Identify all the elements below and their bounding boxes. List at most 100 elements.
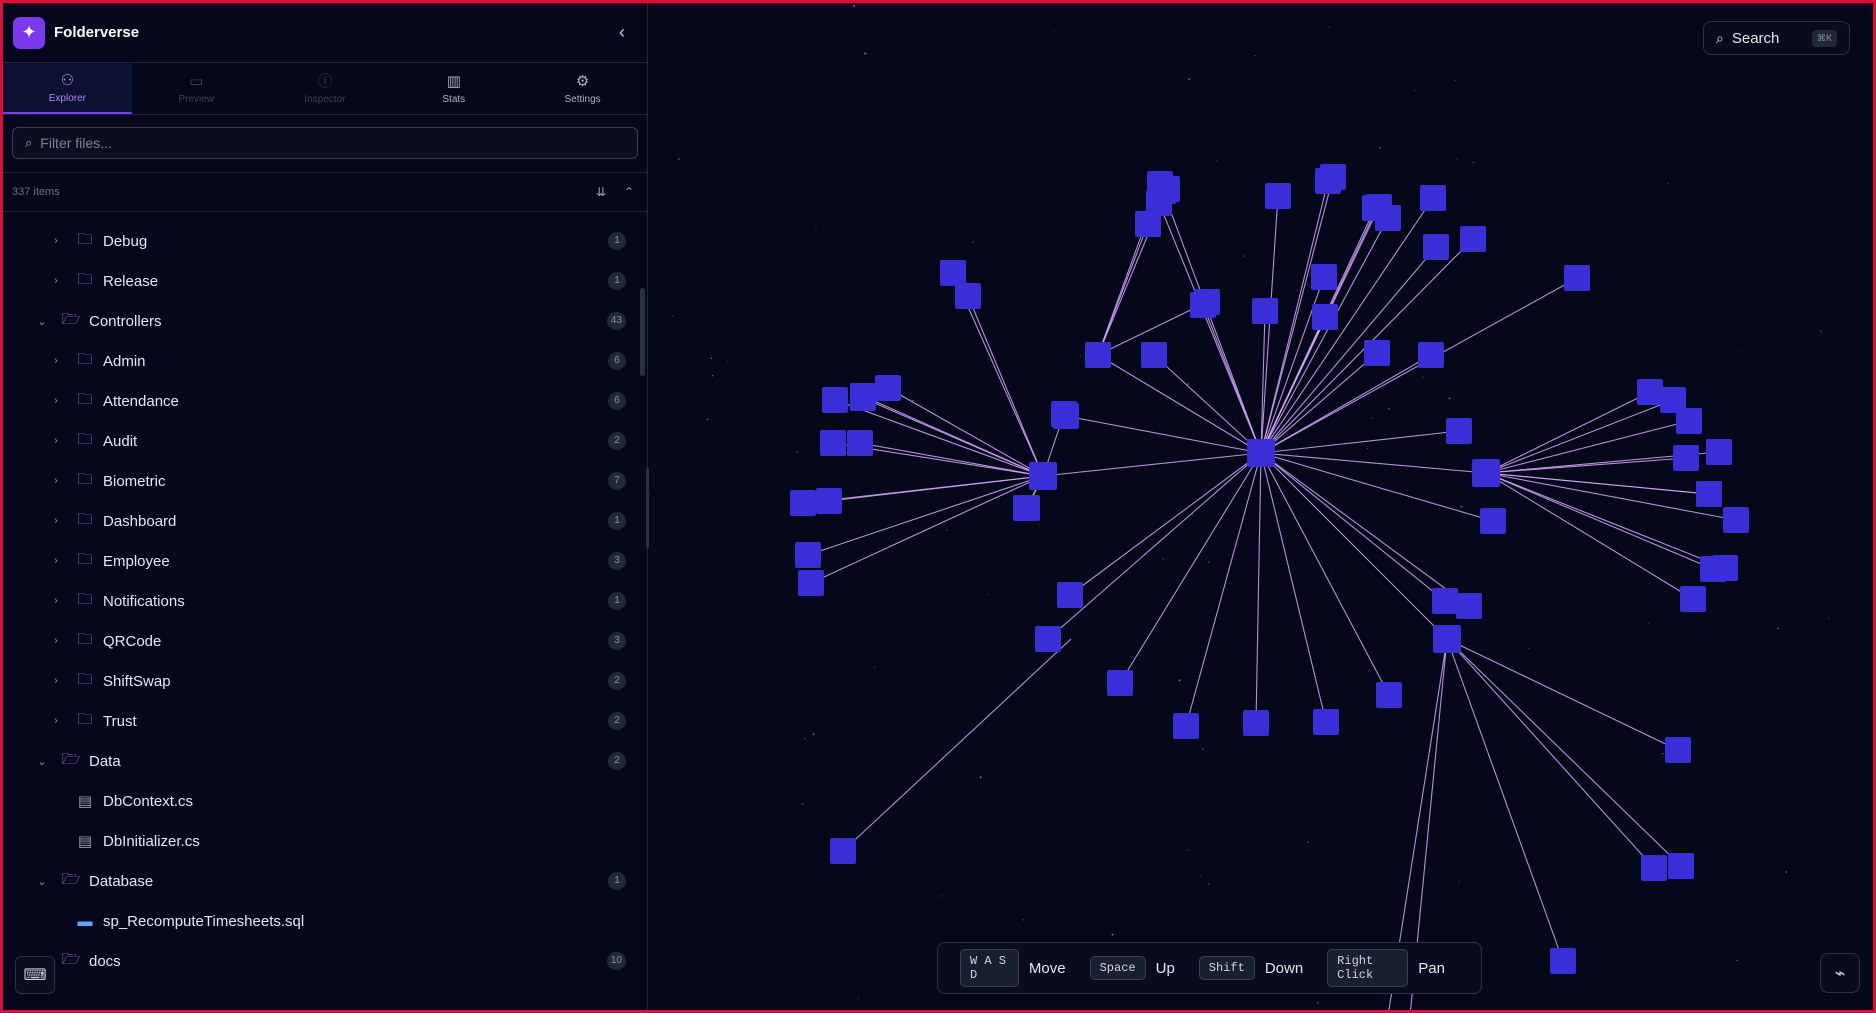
- graph-node[interactable]: [1641, 855, 1667, 881]
- graph-node[interactable]: [1673, 445, 1699, 471]
- graph-node[interactable]: [1550, 948, 1576, 974]
- chevron-right-icon[interactable]: ›: [49, 395, 63, 407]
- tree-folder-row[interactable]: › 🗀 Trust 2: [3, 701, 643, 741]
- chevron-right-icon[interactable]: ›: [49, 435, 63, 447]
- graph-node[interactable]: [850, 385, 876, 411]
- graph-node[interactable]: [1311, 264, 1337, 290]
- tree-folder-row[interactable]: › 🗀 Audit 2: [3, 421, 643, 461]
- filter-input[interactable]: [40, 135, 581, 151]
- graph-node[interactable]: [790, 490, 816, 516]
- graph-node[interactable]: [1051, 401, 1077, 427]
- graph-node[interactable]: [1135, 211, 1161, 237]
- graph-node[interactable]: [1035, 626, 1061, 652]
- graph-node[interactable]: [1564, 265, 1590, 291]
- graph-node[interactable]: [1723, 507, 1749, 533]
- graph-node[interactable]: [1150, 178, 1176, 204]
- graph-node[interactable]: [1706, 439, 1732, 465]
- chevron-down-icon[interactable]: ⌄: [35, 755, 49, 768]
- tree-folder-row[interactable]: › 🗀 Biometric 7: [3, 461, 643, 501]
- graph-node[interactable]: [875, 375, 901, 401]
- graph-node[interactable]: [798, 570, 824, 596]
- tab-preview[interactable]: ▭ Preview: [132, 63, 261, 114]
- tree-folder-row[interactable]: ⌄ 🗁 Controllers 43: [3, 301, 643, 341]
- graph-node[interactable]: [1366, 194, 1392, 220]
- graph-node[interactable]: [1057, 582, 1083, 608]
- tree-folder-row[interactable]: ⌄ 🗁 Database 1: [3, 861, 643, 901]
- graph-node[interactable]: [1265, 183, 1291, 209]
- chevron-right-icon[interactable]: ›: [49, 555, 63, 567]
- chevron-right-icon[interactable]: ›: [49, 515, 63, 527]
- chevron-right-icon[interactable]: ›: [49, 355, 63, 367]
- tree-folder-row[interactable]: › 🗀 Dashboard 1: [3, 501, 643, 541]
- graph-node[interactable]: [1243, 710, 1269, 736]
- tab-stats[interactable]: ▥ Stats: [389, 63, 518, 114]
- tree-file-row[interactable]: ▤ DbContext.cs: [3, 781, 643, 821]
- graph-node[interactable]: [1712, 555, 1738, 581]
- tree-scrollbar[interactable]: [640, 288, 645, 376]
- graph-node[interactable]: [1418, 342, 1444, 368]
- graph-node[interactable]: [1420, 185, 1446, 211]
- tab-inspector[interactable]: ⓘ Inspector: [261, 63, 390, 114]
- chevron-down-icon[interactable]: ⌄: [35, 875, 49, 888]
- graph-node[interactable]: [1668, 853, 1694, 879]
- graph-node[interactable]: [1480, 508, 1506, 534]
- tab-settings[interactable]: ⚙ Settings: [518, 63, 647, 114]
- graph-node[interactable]: [1680, 586, 1706, 612]
- chevron-down-icon[interactable]: ⌄: [35, 315, 49, 328]
- chevron-right-icon[interactable]: ›: [49, 595, 63, 607]
- tree-folder-row[interactable]: ⌄🗁docs10: [3, 941, 643, 981]
- graph-node[interactable]: [1107, 670, 1133, 696]
- search-button[interactable]: ⌕ Search ⌘K: [1703, 21, 1850, 55]
- graph-node[interactable]: [1364, 340, 1390, 366]
- graph-node[interactable]: [1446, 418, 1472, 444]
- tree-folder-row[interactable]: ⌄ 🗁 Data 2: [3, 741, 643, 781]
- graph-node[interactable]: [1456, 593, 1482, 619]
- graph-node[interactable]: [955, 283, 981, 309]
- graph-node[interactable]: [847, 430, 873, 456]
- graph-node[interactable]: [816, 488, 842, 514]
- graph-node[interactable]: [1173, 713, 1199, 739]
- graph-node[interactable]: [1460, 226, 1486, 252]
- graph-node[interactable]: [830, 838, 856, 864]
- expand-all-icon[interactable]: ⇊: [596, 185, 606, 199]
- tree-folder-row[interactable]: › 🗀 QRCode 3: [3, 621, 643, 661]
- graph-node[interactable]: [1313, 709, 1339, 735]
- graph-node[interactable]: [795, 542, 821, 568]
- tab-explorer[interactable]: ⚇ Explorer: [3, 63, 132, 114]
- graph-node[interactable]: [1141, 342, 1167, 368]
- graph-node[interactable]: [1320, 164, 1346, 190]
- tree-folder-row[interactable]: ⌄🗁bin4: [3, 211, 643, 221]
- chevron-right-icon[interactable]: ›: [49, 275, 63, 287]
- graph-node[interactable]: [1433, 625, 1461, 653]
- tree-folder-row[interactable]: › 🗀 Debug 1: [3, 221, 643, 261]
- graph-node[interactable]: [1472, 459, 1500, 487]
- tree-folder-row[interactable]: › 🗀 ShiftSwap 2: [3, 661, 643, 701]
- tree-folder-row[interactable]: › 🗀 Admin 6: [3, 341, 643, 381]
- graph-node[interactable]: [1194, 289, 1220, 315]
- graph-node[interactable]: [1665, 737, 1691, 763]
- graph-node[interactable]: [1085, 342, 1111, 368]
- graph-node[interactable]: [1637, 379, 1663, 405]
- chevron-right-icon[interactable]: ›: [49, 715, 63, 727]
- tree-folder-row[interactable]: › 🗀 Attendance 6: [3, 381, 643, 421]
- graph-node[interactable]: [1676, 408, 1702, 434]
- graph-node[interactable]: [1432, 588, 1458, 614]
- graph-node[interactable]: [1423, 234, 1449, 260]
- collapse-sidebar-icon[interactable]: ‹: [619, 22, 625, 43]
- tree-file-row[interactable]: ▤ DbInitializer.cs: [3, 821, 643, 861]
- chevron-right-icon[interactable]: ›: [49, 675, 63, 687]
- tree-folder-row[interactable]: › 🗀 Release 1: [3, 261, 643, 301]
- keyboard-shortcuts-button[interactable]: ⌨: [15, 956, 55, 994]
- chevron-right-icon[interactable]: ›: [49, 235, 63, 247]
- graph-node[interactable]: [1312, 304, 1338, 330]
- graph-node[interactable]: [1252, 298, 1278, 324]
- tree-folder-row[interactable]: › 🗀 Employee 3: [3, 541, 643, 581]
- graph-root-node[interactable]: [1247, 439, 1275, 467]
- graph-canvas[interactable]: [648, 3, 1873, 1010]
- tree-file-row[interactable]: ▬ sp_RecomputeTimesheets.sql: [3, 901, 643, 941]
- graph-node[interactable]: [1029, 462, 1057, 490]
- graph-node[interactable]: [820, 430, 846, 456]
- graph-node[interactable]: [940, 260, 966, 286]
- chevron-right-icon[interactable]: ›: [49, 635, 63, 647]
- graph-node[interactable]: [1696, 481, 1722, 507]
